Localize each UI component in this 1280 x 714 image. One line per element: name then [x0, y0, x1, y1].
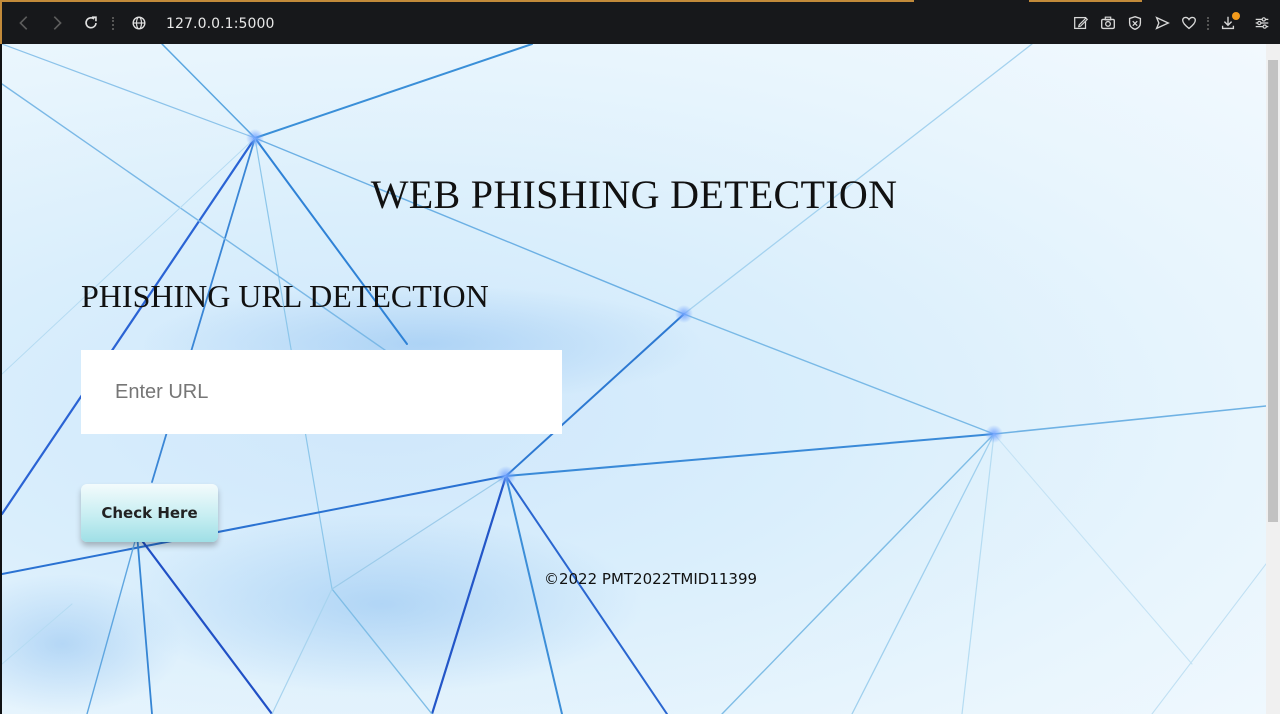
tab-gap — [1142, 0, 1280, 3]
reload-icon[interactable] — [81, 13, 101, 33]
browser-toolbar: 127.0.0.1:5000 — [0, 0, 1280, 44]
footer-copyright: ©2022 PMT2022TMID11399 — [543, 570, 758, 588]
section-title: PHISHING URL DETECTION — [81, 278, 489, 314]
heart-icon[interactable] — [1179, 13, 1199, 33]
tab-gap — [914, 0, 1029, 3]
notification-dot — [1232, 12, 1240, 20]
url-input[interactable] — [81, 350, 562, 434]
scrollbar-thumb[interactable] — [1268, 60, 1278, 522]
page-title: WEB PHISHING DETECTION — [370, 172, 898, 217]
address-bar-url[interactable]: 127.0.0.1:5000 — [166, 16, 275, 32]
page-viewport: WEB PHISHING DETECTION PHISHING URL DETE… — [2, 44, 1266, 714]
easy-setup-icon[interactable] — [1252, 13, 1272, 33]
camera-icon[interactable] — [1098, 13, 1118, 33]
edit-icon[interactable] — [1071, 13, 1091, 33]
forward-arrow-icon[interactable] — [47, 13, 67, 33]
toolbar-separator — [112, 17, 116, 30]
back-arrow-icon[interactable] — [14, 13, 34, 33]
send-icon[interactable] — [1152, 13, 1172, 33]
toolbar-separator — [1207, 17, 1211, 30]
globe-icon[interactable] — [129, 13, 149, 33]
check-here-button[interactable]: Check Here — [81, 484, 218, 542]
shield-icon[interactable] — [1125, 13, 1145, 33]
